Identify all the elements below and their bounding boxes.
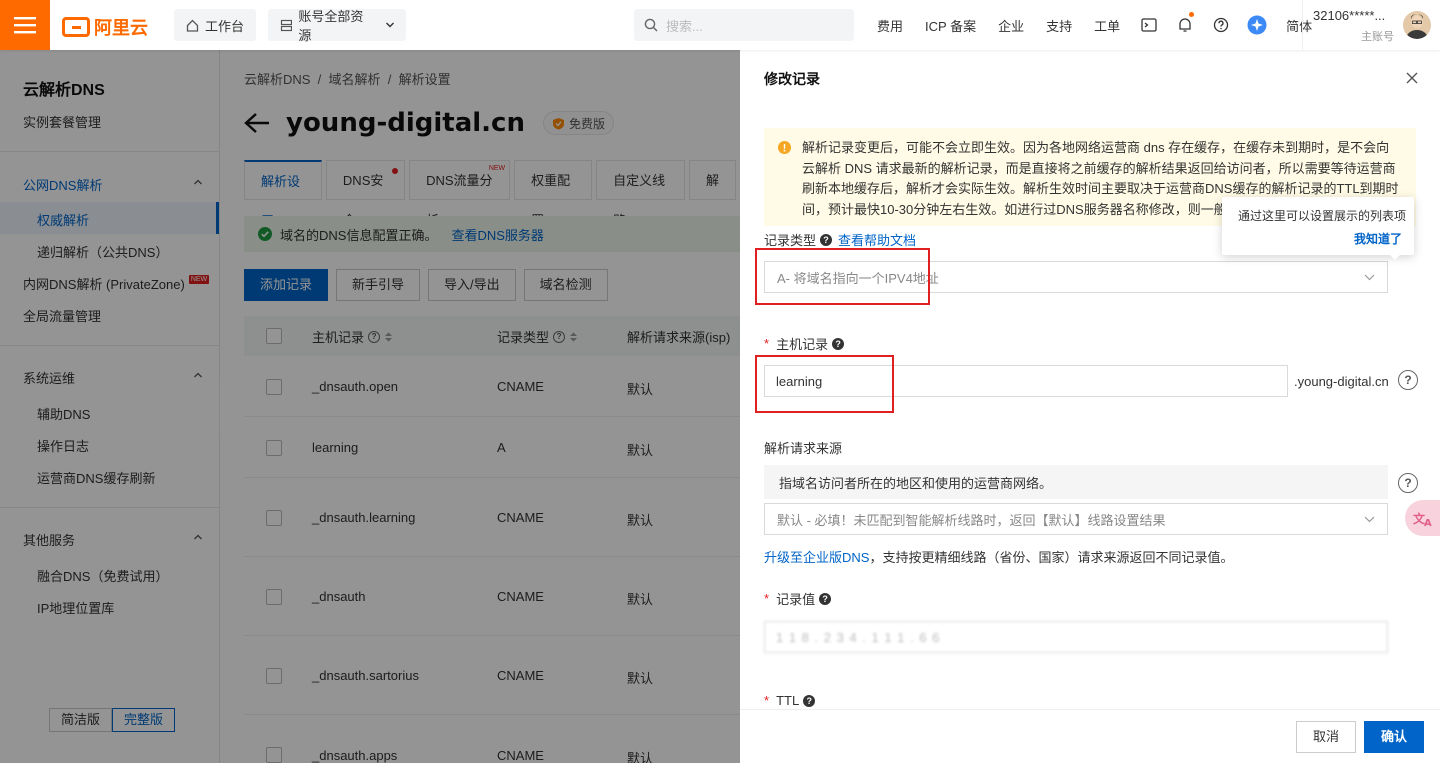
- question-icon[interactable]: ?: [820, 233, 833, 246]
- top-bar: 阿里云 工作台 账号全部资源 搜索... 费用 ICP 备案 企业 支持 工单 …: [0, 0, 1440, 50]
- isp-label: 解析请求来源: [764, 438, 842, 457]
- stack-icon: [280, 19, 293, 31]
- logo[interactable]: 阿里云: [62, 14, 148, 40]
- search-icon: [644, 18, 658, 32]
- host-label: * 主机记录 ?: [764, 334, 845, 353]
- question-icon[interactable]: ?: [803, 694, 816, 707]
- home-icon: [186, 19, 199, 32]
- logo-icon: [62, 17, 90, 37]
- ttl-label: * TTL ?: [764, 693, 816, 708]
- isp-select[interactable]: 默认 - 必填！未匹配到智能解析线路时，返回【默认】线路设置结果: [764, 503, 1388, 535]
- select-value: 默认 - 必填！未匹配到智能解析线路时，返回【默认】线路设置结果: [777, 512, 1166, 528]
- required-mark: *: [764, 591, 770, 606]
- record-value-input[interactable]: 1 1 8 . 2 3 4 . 1 1 1 . 6 6: [764, 621, 1388, 653]
- record-value-label: * 记录值 ?: [764, 589, 832, 608]
- help-icon[interactable]: [1203, 0, 1239, 50]
- field-label: 记录类型: [764, 233, 817, 248]
- bell-icon[interactable]: [1167, 0, 1203, 50]
- isp-description: 指域名访问者所在的地区和使用的运营商网络。: [764, 465, 1388, 499]
- menu-icon[interactable]: [0, 0, 50, 50]
- upgrade-link[interactable]: 升级至企业版DNS: [764, 550, 869, 565]
- chevron-down-icon: [1364, 516, 1375, 523]
- highlight-box: [755, 355, 894, 413]
- close-icon[interactable]: [1406, 72, 1418, 84]
- help-icon[interactable]: ?: [1398, 473, 1418, 493]
- workbench-button[interactable]: 工作台: [174, 9, 257, 41]
- translate-icon[interactable]: 文A: [1405, 500, 1440, 536]
- logo-text: 阿里云: [94, 18, 148, 38]
- warning-icon: [778, 141, 791, 154]
- chevron-down-icon: [1364, 274, 1375, 281]
- top-links: 费用 ICP 备案 企业 支持 工单 简体: [866, 0, 1323, 50]
- chevron-down-icon: [385, 22, 394, 28]
- account-role: 主账号: [1361, 31, 1394, 43]
- terminal-icon[interactable]: [1131, 0, 1167, 50]
- record-type-label: 记录类型 ? 查看帮助文档: [764, 230, 916, 249]
- field-label: 主机记录: [776, 337, 829, 352]
- upgrade-text: ，支持按更精细线路（省份、国家）请求来源返回不同记录值。: [869, 550, 1234, 565]
- field-label: 记录值: [776, 592, 816, 607]
- isp-description-text: 指域名访问者所在的地区和使用的运营商网络。: [779, 475, 1053, 491]
- workbench-label: 工作台: [205, 18, 245, 34]
- link-ticket[interactable]: 工单: [1083, 16, 1131, 35]
- input-value-blurred: 1 1 8 . 2 3 4 . 1 1 1 . 6 6: [776, 629, 941, 645]
- svg-text:A: A: [1424, 518, 1432, 527]
- drawer-footer: 取消 确认: [740, 709, 1440, 763]
- link-icp[interactable]: ICP 备案: [914, 16, 987, 35]
- modal-overlay[interactable]: [0, 50, 740, 763]
- resource-scope-label: 账号全部资源: [298, 9, 364, 43]
- link-enterprise[interactable]: 企业: [987, 16, 1035, 35]
- edit-record-drawer: 修改记录 解析记录变更后，可能不会立即生效。因为各地网络运营商 dns 存在缓存…: [740, 50, 1440, 763]
- domain-suffix: .young-digital.cn: [1294, 374, 1389, 389]
- avatar[interactable]: [1403, 11, 1431, 39]
- notification-dot: [1189, 12, 1195, 17]
- user-menu[interactable]: 32106*****... 主账号: [1302, 0, 1440, 50]
- question-icon[interactable]: ?: [832, 337, 845, 350]
- search-placeholder: 搜索...: [666, 18, 703, 34]
- highlight-box: [755, 248, 930, 305]
- assistant-icon[interactable]: [1239, 0, 1275, 50]
- link-support[interactable]: 支持: [1035, 16, 1083, 35]
- cancel-button[interactable]: 取消: [1296, 721, 1356, 753]
- help-icon[interactable]: ?: [1398, 370, 1418, 390]
- resource-scope-select[interactable]: 账号全部资源: [268, 9, 406, 43]
- question-icon[interactable]: ?: [819, 592, 832, 605]
- field-label: TTL: [776, 693, 800, 708]
- confirm-button[interactable]: 确认: [1364, 721, 1424, 753]
- required-mark: *: [764, 693, 770, 708]
- upgrade-hint: 升级至企业版DNS，支持按更精细线路（省份、国家）请求来源返回不同记录值。: [764, 547, 1233, 566]
- field-label: 解析请求来源: [764, 441, 843, 456]
- tooltip: 通过这里可以设置展示的列表项 我知道了: [1222, 197, 1414, 260]
- required-mark: *: [764, 336, 770, 351]
- search-input[interactable]: 搜索...: [634, 9, 854, 41]
- link-billing[interactable]: 费用: [866, 16, 914, 35]
- tooltip-text: 通过这里可以设置展示的列表项: [1238, 209, 1407, 223]
- drawer-title: 修改记录: [764, 71, 820, 87]
- help-doc-link[interactable]: 查看帮助文档: [838, 230, 916, 249]
- tooltip-dismiss-button[interactable]: 我知道了: [1354, 230, 1402, 247]
